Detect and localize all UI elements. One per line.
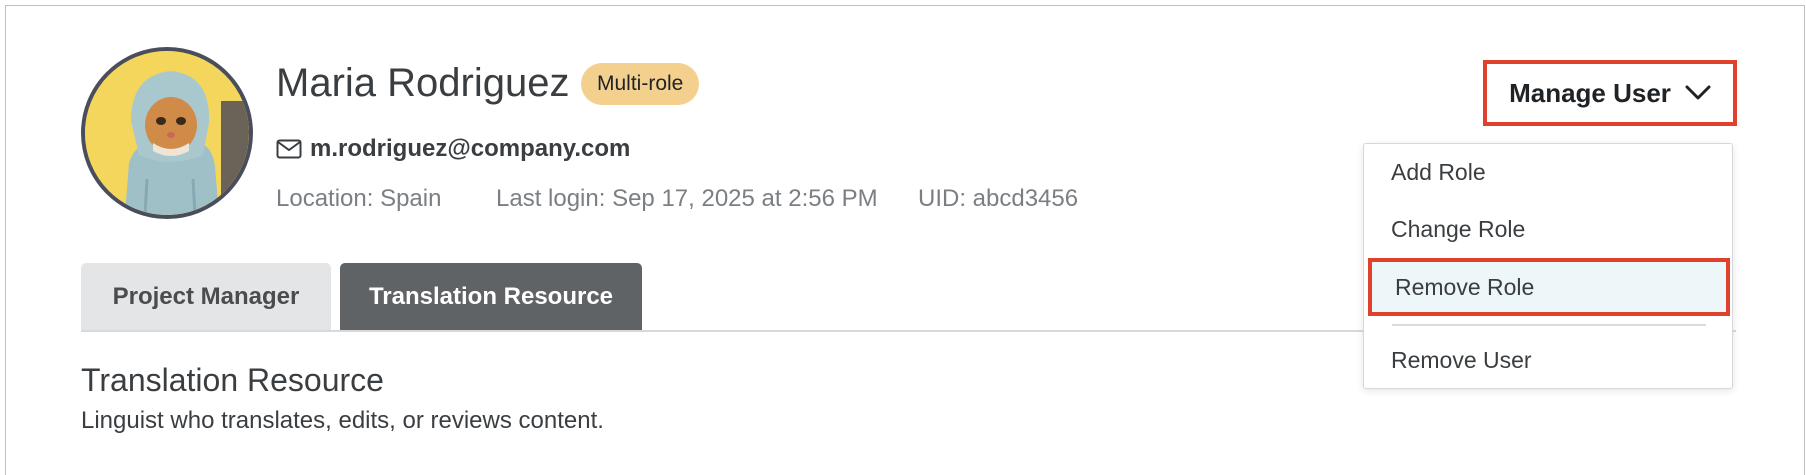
last-login-text: Last login: Sep 17, 2025 at 2:56 PM [496, 185, 878, 212]
tab-project-manager[interactable]: Project Manager [81, 263, 331, 331]
email-row: m.rodriguez@company.com [276, 134, 630, 164]
menu-item-change-role[interactable]: Change Role [1364, 201, 1732, 257]
tab-translation-resource[interactable]: Translation Resource [340, 263, 642, 331]
menu-item-remove-user[interactable]: Remove User [1364, 332, 1732, 388]
manage-user-button[interactable]: Manage User [1483, 60, 1737, 126]
uid-text: UID: abcd3456 [918, 185, 1079, 212]
menu-divider [1392, 324, 1706, 326]
user-name: Maria Rodriguez [276, 61, 570, 105]
manage-user-menu: Add Role Change Role Remove Role Remove … [1363, 143, 1733, 389]
email-link[interactable]: m.rodriguez@company.com [310, 135, 630, 163]
multi-role-badge: Multi-role [581, 63, 700, 105]
avatar [81, 47, 253, 219]
cat-in-hoodie-image [85, 51, 249, 215]
user-profile-card: Maria Rodriguez Multi-role m.rodriguez@c… [5, 5, 1805, 475]
menu-item-remove-role[interactable]: Remove Role [1368, 258, 1730, 316]
chevron-down-icon [1685, 85, 1711, 100]
menu-item-add-role[interactable]: Add Role [1364, 144, 1732, 200]
section-title: Translation Resource [81, 362, 384, 398]
section-description: Linguist who translates, edits, or revie… [81, 407, 604, 434]
manage-user-label: Manage User [1509, 77, 1671, 108]
location-text: Location: Spain [276, 185, 442, 212]
mail-icon [276, 139, 302, 159]
